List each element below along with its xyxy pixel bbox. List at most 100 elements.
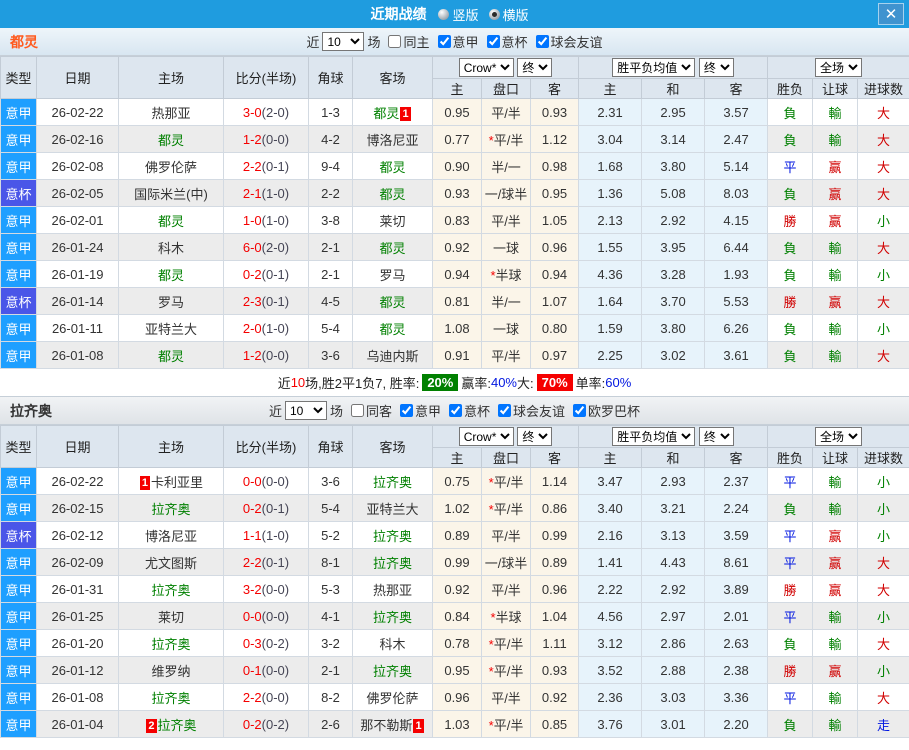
match-row: 意甲 26-01-24 科木 6-0(2-0) 2-1 都灵 0.92 一球 0.96 1.55 3… [0, 233, 909, 261]
avg-odds-select[interactable]: 胜平负均值 [612, 58, 696, 77]
layout-horizontal-radio[interactable]: 横版 [488, 5, 529, 24]
date-cell: 26-01-20 [36, 629, 119, 657]
avg-away-cell: 3.61 [704, 341, 769, 369]
filter-checkbox-3[interactable]: 球会友谊 [498, 401, 565, 420]
filter-checkbox-2[interactable]: 意杯 [449, 401, 490, 420]
checkbox-input[interactable] [350, 404, 364, 417]
avg-home-cell: 2.16 [578, 521, 643, 549]
team-label: 那不勒斯 [360, 717, 413, 733]
checkbox-label: 欧罗巴杯 [588, 404, 641, 419]
odds-time-select[interactable]: 终 [517, 427, 553, 446]
league-cell: 意杯 [0, 179, 37, 207]
recent-count-select[interactable]: 10 [284, 401, 327, 420]
team-label: 国际米兰(中) [134, 186, 208, 202]
avg-home-cell: 3.40 [578, 494, 643, 522]
goals-cell: 大 [857, 629, 909, 657]
league-cell: 意甲 [0, 494, 37, 522]
avg-home-cell: 1.59 [578, 314, 643, 342]
col-odds-away: 客 [529, 447, 580, 468]
checkbox-input[interactable] [388, 35, 402, 48]
rank-badge: 1 [139, 475, 151, 490]
period-select[interactable]: 全场 [815, 58, 863, 77]
checkbox-input[interactable] [399, 404, 413, 417]
close-button[interactable]: ✕ [878, 3, 904, 25]
avg-odds-select[interactable]: 胜平负均值 [612, 427, 696, 446]
avg-time-select[interactable]: 终 [698, 58, 734, 77]
team-label: 都灵 [157, 132, 184, 148]
match-row: 意杯 26-02-05 国际米兰(中) 2-1(1-0) 2-2 都灵 0.93 一/球半 0.… [0, 179, 909, 207]
away-team-cell: 拉齐奥 [352, 521, 433, 549]
match-row: 意甲 26-02-01 都灵 1-0(1-0) 3-8 莱切 0.83 平/半 1.05 2.13… [0, 206, 909, 234]
near-label: 近 [306, 35, 320, 50]
corner-cell: 5-3 [308, 575, 353, 603]
odds-away-cell: 1.07 [529, 287, 580, 315]
summary-segment: 10 [290, 375, 306, 390]
away-team-cell: 拉齐奥 [352, 602, 433, 630]
team-label: 尤文图斯 [144, 555, 197, 571]
handicap-result-cell: 赢 [812, 287, 859, 315]
odds-home-cell: 1.08 [432, 314, 482, 342]
avg-draw-cell: 3.28 [641, 260, 706, 288]
odds-home-cell: 0.94 [432, 260, 482, 288]
odds-away-cell: 0.99 [529, 521, 580, 549]
recent-count-select[interactable]: 10 [322, 32, 365, 51]
home-team-cell: 国际米兰(中) [118, 179, 224, 207]
avg-draw-cell: 3.70 [641, 287, 706, 315]
handicap-result-cell: 輸 [812, 314, 859, 342]
col-avg-away: 客 [704, 447, 769, 468]
away-team-cell: 亚特兰大 [352, 494, 433, 522]
checkbox-input[interactable] [573, 404, 587, 417]
result-cell: 負 [767, 260, 814, 288]
date-cell: 26-02-01 [36, 206, 119, 234]
checkbox-label: 意杯 [501, 35, 528, 50]
summary-segment: 70% [536, 374, 573, 391]
period-select[interactable]: 全场 [815, 427, 863, 446]
filter-checkbox-4[interactable]: 欧罗巴杯 [573, 401, 640, 420]
filter-checkbox-0[interactable]: 同客 [350, 401, 392, 420]
layout-vertical-radio[interactable]: 竖版 [438, 5, 479, 24]
team-label: 科木 [157, 240, 184, 256]
filter-checkbox-1[interactable]: 意甲 [437, 32, 479, 51]
checkbox-input[interactable] [437, 35, 451, 48]
radio-unchecked-icon [438, 8, 450, 20]
odds-company-select[interactable]: Crow* [458, 427, 514, 446]
filter-checkbox-1[interactable]: 意甲 [399, 401, 441, 420]
date-cell: 26-02-22 [36, 98, 119, 126]
corner-cell: 2-2 [308, 179, 353, 207]
odds-company-select[interactable]: Crow* [458, 58, 514, 77]
result-cell: 負 [767, 494, 814, 522]
handicap-result-cell: 輸 [812, 125, 859, 153]
avg-time-select[interactable]: 终 [698, 427, 734, 446]
home-team-cell: 博洛尼亚 [118, 521, 224, 549]
filter-bar: 近 10 场 同主 意甲 意杯 球会友谊 [0, 32, 909, 51]
team-label: 科木 [379, 636, 406, 652]
checkbox-input[interactable] [535, 35, 549, 48]
odds-away-cell: 0.96 [529, 233, 580, 261]
score-cell: 1-0(1-0) [223, 206, 309, 234]
handicap-result-cell: 赢 [812, 179, 859, 207]
filter-checkbox-0[interactable]: 同主 [388, 32, 430, 51]
match-row: 意杯 26-01-14 罗马 2-3(0-1) 4-5 都灵 0.81 半/一 1.07 1.64… [0, 287, 909, 315]
col-odds-away: 客 [529, 78, 580, 99]
filter-checkbox-3[interactable]: 球会友谊 [535, 32, 603, 51]
score-cell: 0-1(0-0) [223, 656, 309, 684]
goals-cell: 走 [857, 710, 909, 738]
rank-badge: 1 [413, 718, 424, 733]
checkbox-input[interactable] [486, 35, 500, 48]
date-cell: 26-01-31 [36, 575, 119, 603]
checkbox-input[interactable] [449, 404, 462, 417]
odds-away-cell: 1.11 [529, 629, 580, 657]
summary-segment: 赢率: [461, 376, 491, 391]
away-team-cell: 乌迪内斯 [352, 341, 433, 369]
home-team-cell: 佛罗伦萨 [118, 152, 224, 180]
goals-cell: 大 [857, 233, 909, 261]
avg-away-cell: 3.59 [704, 521, 769, 549]
match-row: 意甲 26-01-11 亚特兰大 2-0(1-0) 5-4 都灵 1.08 一球 0.80 1.5… [0, 314, 909, 342]
league-cell: 意甲 [0, 125, 37, 153]
home-team-cell: 拉齐奥 [118, 494, 224, 522]
col-type: 类型 [0, 425, 37, 468]
corner-cell: 8-1 [308, 548, 353, 576]
checkbox-input[interactable] [498, 404, 512, 417]
filter-checkbox-2[interactable]: 意杯 [486, 32, 528, 51]
odds-time-select[interactable]: 终 [517, 58, 553, 77]
